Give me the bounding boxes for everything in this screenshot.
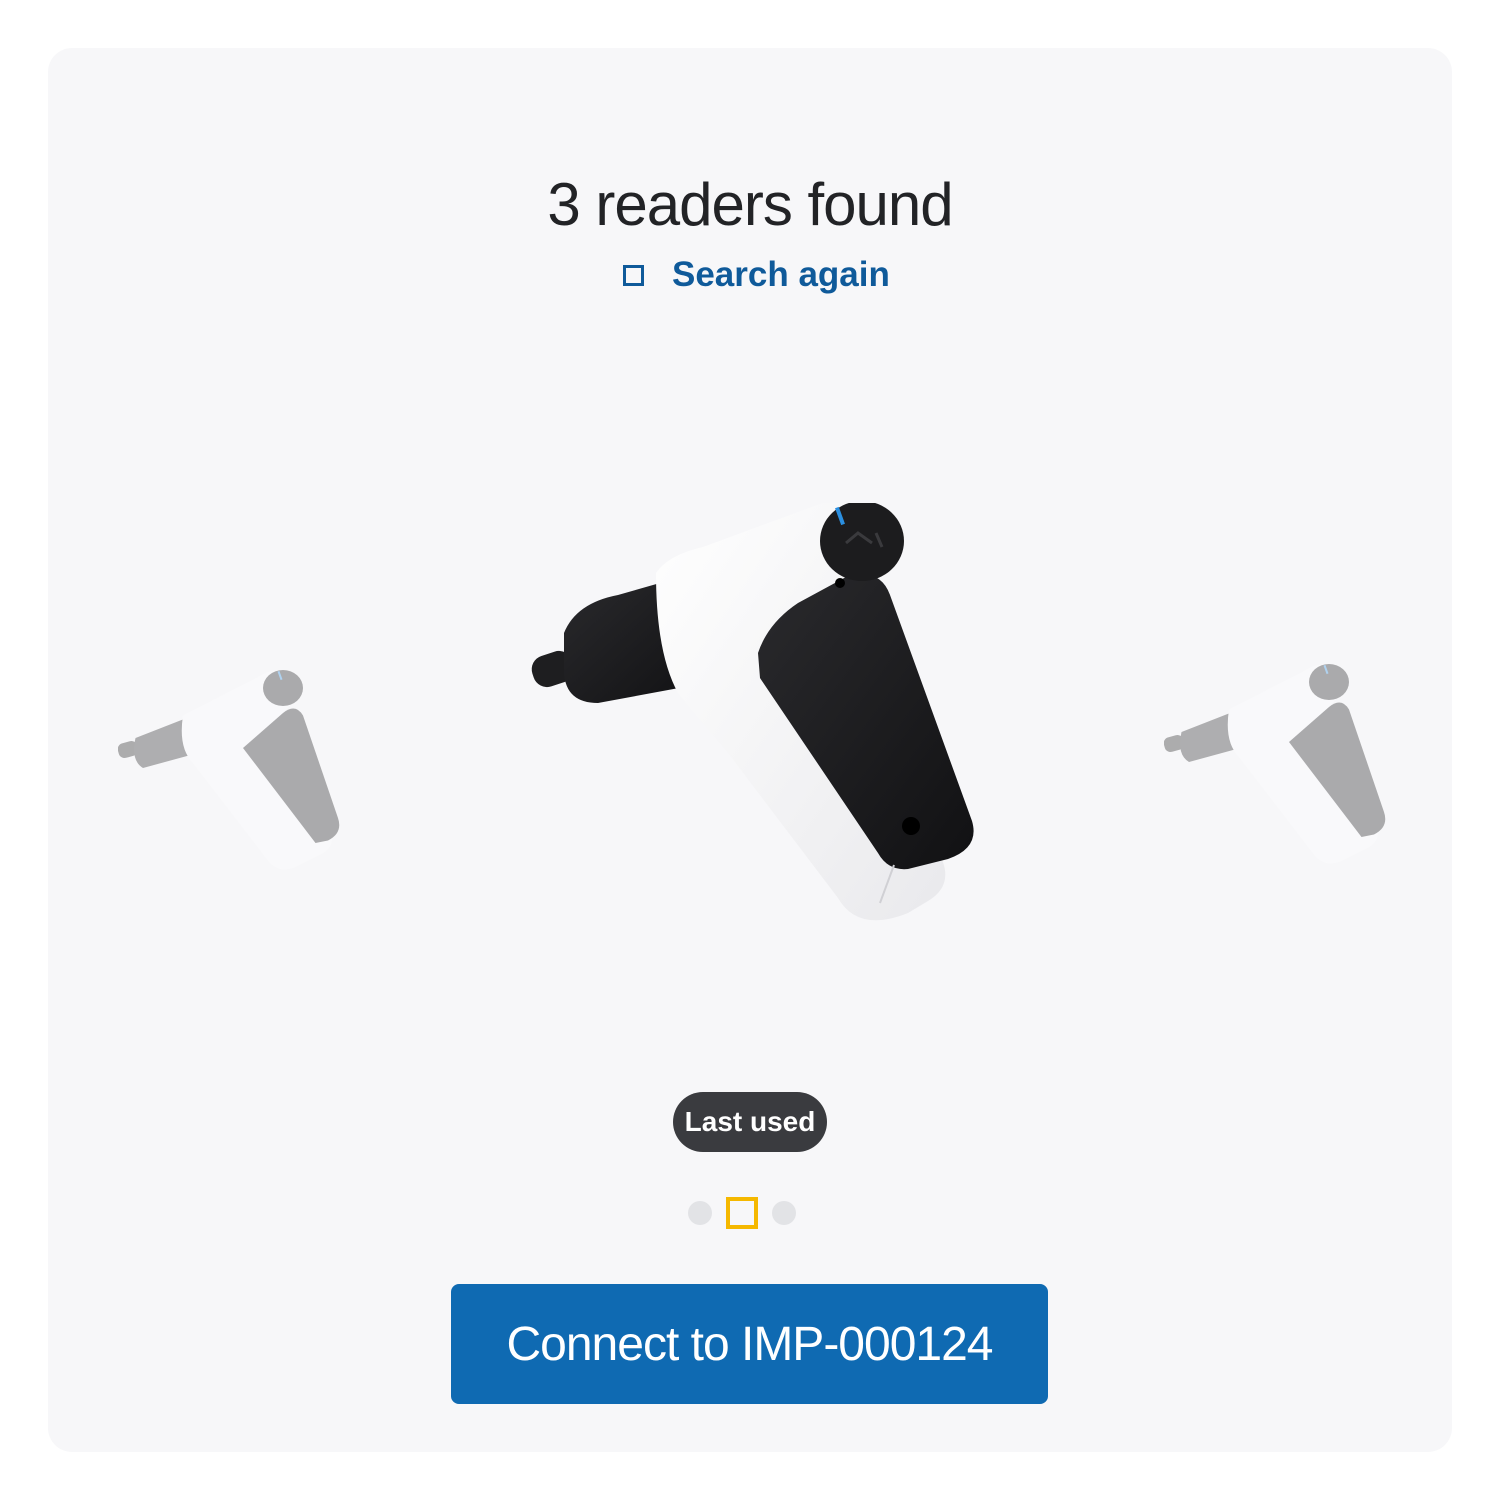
- card-reader-image: [118, 670, 340, 870]
- reader-current[interactable]: [528, 503, 988, 943]
- search-again-button[interactable]: Search again: [623, 252, 890, 298]
- card-reader-image: [1164, 664, 1386, 864]
- card-reader-image: [531, 503, 974, 921]
- pagination-dot-3[interactable]: [772, 1201, 796, 1225]
- reader-next[interactable]: [1164, 662, 1394, 882]
- reader-selection-card: 3 readers found Search again Last used C…: [48, 48, 1452, 1452]
- reader-carousel: [48, 448, 1452, 1008]
- page-title: 3 readers found: [547, 171, 953, 238]
- pagination-dot-2-active[interactable]: [726, 1197, 758, 1229]
- connect-button[interactable]: Connect to IMP-000124: [451, 1284, 1048, 1404]
- last-used-badge: Last used: [673, 1092, 827, 1152]
- search-again-label: Search again: [672, 255, 890, 294]
- pagination-dot-1[interactable]: [688, 1201, 712, 1225]
- reader-previous[interactable]: [118, 668, 348, 888]
- carousel-pagination: [688, 1196, 796, 1230]
- square-outline-icon: [623, 264, 644, 286]
